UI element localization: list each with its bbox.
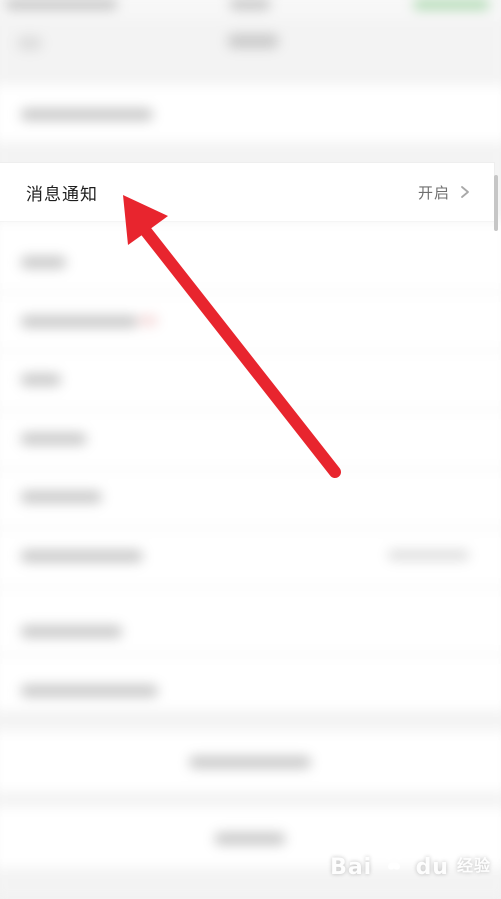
watermark-sub: 经验	[456, 856, 491, 875]
baidu-paw-icon	[385, 851, 402, 870]
blurred-background	[0, 0, 501, 899]
chevron-right-icon	[461, 186, 469, 198]
settings-row-message-notification[interactable]: 消息通知 开启	[0, 163, 494, 221]
message-notification-label: 消息通知	[26, 184, 98, 205]
baidu-jingyan-watermark: Bai du 经验	[330, 848, 491, 880]
message-notification-status: 开启	[417, 183, 450, 202]
status-bar-blurred	[0, 0, 501, 20]
message-notification-right: 开启	[418, 182, 472, 203]
scrollbar[interactable]	[494, 175, 498, 231]
watermark-brand: Bai du	[330, 848, 449, 880]
